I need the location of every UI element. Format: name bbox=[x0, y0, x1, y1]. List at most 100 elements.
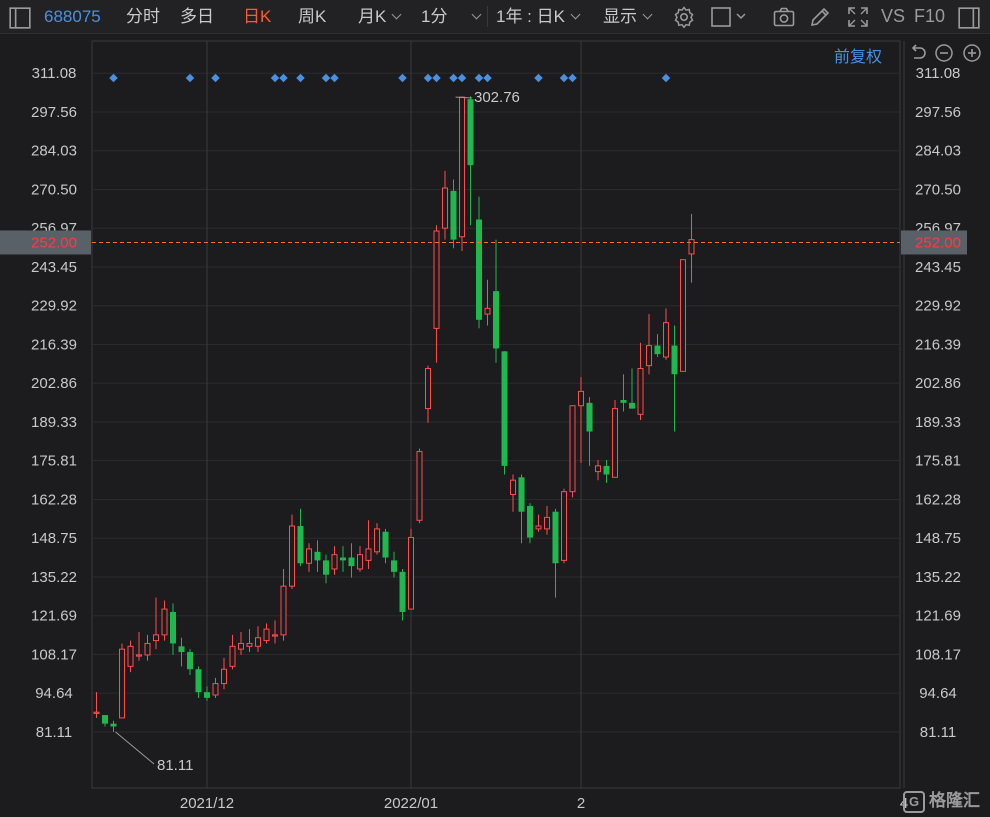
event-marker-icon[interactable] bbox=[474, 73, 484, 83]
event-marker-icon[interactable] bbox=[296, 73, 305, 83]
candle-body-down[interactable] bbox=[493, 291, 499, 349]
candle-body-up[interactable] bbox=[136, 654, 142, 657]
event-marker-icon[interactable] bbox=[185, 73, 195, 83]
candle-body-up[interactable] bbox=[255, 637, 261, 647]
stock-code[interactable]: 688075 bbox=[44, 0, 101, 33]
event-marker-icon[interactable] bbox=[483, 73, 492, 83]
candle-body-down[interactable] bbox=[450, 190, 457, 240]
candle-body-down[interactable] bbox=[399, 571, 406, 612]
candle-body-up[interactable] bbox=[416, 451, 423, 521]
candle-body-up[interactable] bbox=[229, 645, 236, 667]
tab-multi-day[interactable]: 多日 bbox=[180, 0, 214, 33]
f10-button[interactable]: F10 bbox=[914, 0, 945, 33]
candle-body-up[interactable] bbox=[365, 548, 372, 561]
candle-body-up[interactable] bbox=[306, 548, 312, 564]
tab-monthly-k[interactable]: 月K bbox=[358, 0, 402, 33]
candle-body-down[interactable] bbox=[382, 531, 389, 558]
candle-body-down[interactable] bbox=[195, 669, 202, 693]
tab-weekly-k[interactable]: 周K bbox=[298, 0, 326, 33]
candle-body-down[interactable] bbox=[340, 557, 346, 561]
event-marker-icon[interactable] bbox=[321, 73, 331, 83]
candle-body-down[interactable] bbox=[323, 560, 329, 575]
candle-body-down[interactable] bbox=[501, 351, 508, 466]
candle-body-down[interactable] bbox=[102, 715, 108, 724]
candle-body-up[interactable] bbox=[289, 525, 295, 587]
candle-body-up[interactable] bbox=[408, 536, 414, 610]
candle-body-up[interactable] bbox=[433, 230, 440, 329]
candle-body-down[interactable] bbox=[204, 692, 210, 698]
candle-body-up[interactable] bbox=[221, 668, 227, 685]
candle-body-down[interactable] bbox=[518, 477, 525, 512]
candle-body-down[interactable] bbox=[671, 345, 678, 375]
event-marker-icon[interactable] bbox=[330, 73, 339, 83]
candle-body-up[interactable] bbox=[246, 642, 253, 647]
candle-body-up[interactable] bbox=[263, 628, 270, 642]
event-marker-icon[interactable] bbox=[423, 73, 433, 83]
candle-body-up[interactable] bbox=[484, 307, 491, 315]
fullscreen-icon[interactable] bbox=[846, 5, 870, 29]
event-marker-icon[interactable] bbox=[568, 73, 577, 83]
candlestick-chart[interactable]: 311.08 311.08 297.56 297.56 284.03 284.03 270.… bbox=[0, 33, 990, 817]
event-marker-icon[interactable] bbox=[661, 73, 671, 83]
candle-body-up[interactable] bbox=[459, 96, 465, 238]
candle-body-down[interactable] bbox=[170, 611, 176, 644]
tab-minute[interactable]: 1分 bbox=[421, 0, 482, 33]
event-marker-icon[interactable] bbox=[270, 73, 280, 83]
candle-body-up[interactable] bbox=[93, 711, 100, 714]
candle-body-up[interactable] bbox=[144, 642, 151, 656]
candle-body-up[interactable] bbox=[578, 390, 584, 407]
pencil-icon[interactable] bbox=[808, 5, 832, 29]
candle-body-down[interactable] bbox=[348, 557, 355, 567]
candle-body-up[interactable] bbox=[280, 585, 287, 636]
candle-body-up[interactable] bbox=[238, 642, 244, 650]
candle-body-up[interactable] bbox=[374, 528, 380, 553]
candle-body-up[interactable] bbox=[569, 405, 576, 493]
candle-body-down[interactable] bbox=[620, 399, 627, 403]
candle-body-up[interactable] bbox=[595, 465, 601, 473]
candle-body-up[interactable] bbox=[119, 648, 125, 719]
candle-body-up[interactable] bbox=[663, 322, 669, 358]
candle-body-down[interactable] bbox=[391, 560, 397, 572]
candle-body-down[interactable] bbox=[476, 219, 482, 320]
layout-select[interactable] bbox=[710, 5, 750, 29]
candle-body-up[interactable] bbox=[442, 187, 448, 229]
candle-body-up[interactable] bbox=[612, 408, 618, 478]
event-marker-icon[interactable] bbox=[534, 73, 543, 83]
candle-body-down[interactable] bbox=[603, 465, 610, 475]
candle-body-up[interactable] bbox=[212, 683, 219, 696]
candle-body-down[interactable] bbox=[110, 723, 117, 727]
panel-toggle-icon[interactable] bbox=[957, 6, 980, 29]
tab-daily-k[interactable]: 日K bbox=[243, 0, 271, 33]
candle-body-up[interactable] bbox=[425, 367, 431, 410]
display-menu[interactable]: 显示 bbox=[603, 0, 653, 33]
tab-intraday[interactable]: 分时 bbox=[126, 0, 160, 33]
range-select[interactable]: 1年 : 日K bbox=[496, 0, 581, 33]
candle-body-up[interactable] bbox=[535, 525, 542, 530]
event-marker-icon[interactable] bbox=[279, 73, 288, 83]
candle-body-down[interactable] bbox=[586, 402, 593, 432]
event-marker-icon[interactable] bbox=[432, 73, 441, 83]
candle-body-up[interactable] bbox=[127, 645, 134, 667]
candle-body-down[interactable] bbox=[552, 511, 559, 564]
event-marker-icon[interactable] bbox=[457, 73, 467, 83]
candle-body-up[interactable] bbox=[331, 554, 338, 570]
candle-body-down[interactable] bbox=[178, 646, 185, 653]
candle-body-up[interactable] bbox=[544, 516, 550, 530]
candle-body-down[interactable] bbox=[314, 551, 321, 561]
event-marker-icon[interactable] bbox=[109, 73, 118, 83]
candle-body-up[interactable] bbox=[357, 554, 363, 570]
candle-body-up[interactable] bbox=[646, 345, 652, 367]
candle-body-up[interactable] bbox=[161, 608, 168, 636]
candle-body-up[interactable] bbox=[510, 479, 516, 496]
candle-body-up[interactable] bbox=[561, 491, 567, 561]
event-marker-icon[interactable] bbox=[211, 73, 220, 83]
candle-body-down[interactable] bbox=[467, 99, 474, 166]
candle-body-down[interactable] bbox=[654, 345, 661, 355]
event-marker-icon[interactable] bbox=[398, 73, 407, 83]
candle-body-down[interactable] bbox=[187, 652, 193, 670]
gear-icon[interactable] bbox=[672, 5, 696, 29]
candle-body-up[interactable] bbox=[680, 259, 686, 372]
candle-body-down[interactable] bbox=[629, 402, 635, 409]
event-marker-icon[interactable] bbox=[449, 73, 458, 83]
candle-body-up[interactable] bbox=[688, 239, 695, 255]
